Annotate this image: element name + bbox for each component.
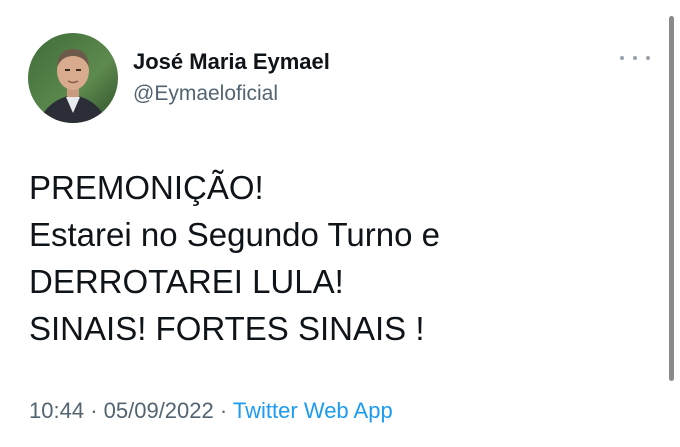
tweet-line: SINAIS! FORTES SINAIS ! (29, 310, 425, 347)
tweet-line: DERROTAREI LULA! (29, 263, 344, 300)
tweet-time[interactable]: 10:44 (29, 398, 84, 423)
tweet-card: José Maria Eymael @Eymaeloficial PREMONI… (0, 0, 680, 447)
more-options-icon[interactable] (620, 48, 650, 68)
tweet-text: PREMONIÇÃO! Estarei no Segundo Turno e D… (29, 164, 649, 352)
dot (633, 56, 637, 60)
tweet-metadata: 10:44 · 05/09/2022 · Twitter Web App (29, 398, 393, 424)
tweet-source-link[interactable]: Twitter Web App (233, 398, 393, 423)
scrollbar[interactable] (669, 16, 674, 381)
display-name[interactable]: José Maria Eymael (133, 49, 330, 75)
user-handle[interactable]: @Eymaeloficial (133, 82, 278, 106)
separator: · (219, 398, 228, 423)
dot (646, 56, 650, 60)
tweet-line: Estarei no Segundo Turno e (29, 216, 440, 253)
avatar[interactable] (28, 33, 118, 123)
separator: · (90, 398, 98, 423)
tweet-line: PREMONIÇÃO! (29, 169, 264, 206)
tweet-date[interactable]: 05/09/2022 (104, 398, 214, 423)
dot (620, 56, 624, 60)
